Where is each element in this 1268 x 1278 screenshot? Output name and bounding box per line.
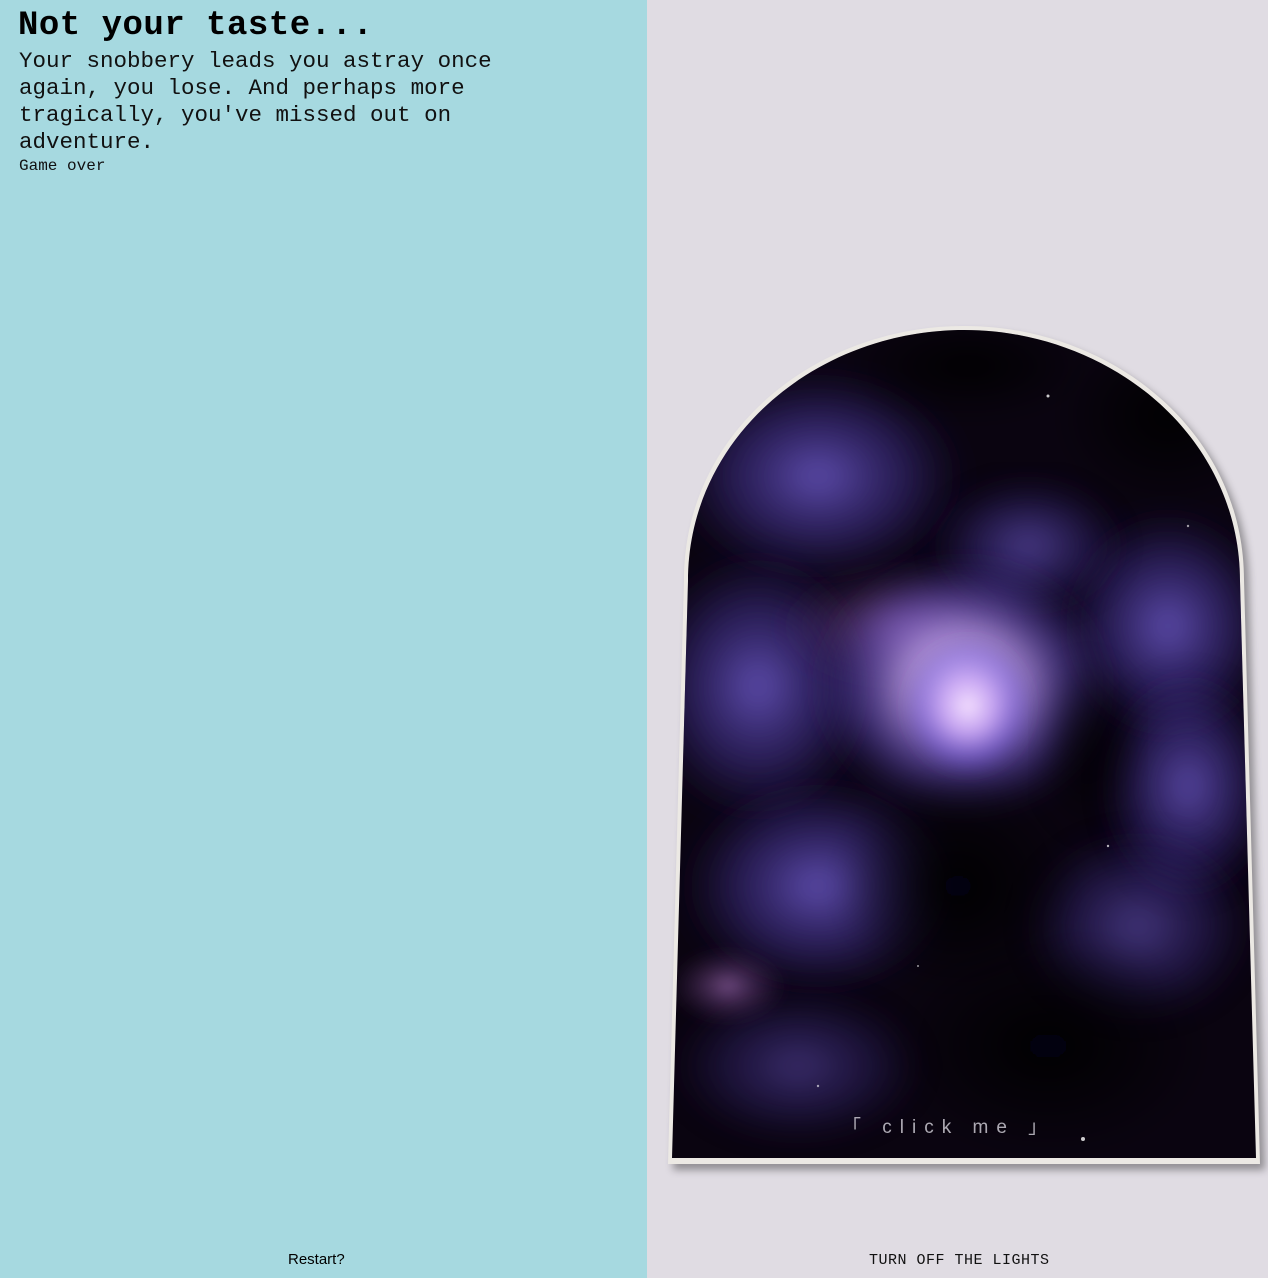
restart-button[interactable]: Restart? bbox=[288, 1251, 345, 1268]
nebula-portal-image bbox=[668, 326, 1260, 1164]
nebula-portal[interactable] bbox=[668, 326, 1260, 1164]
story-panel: Not your taste... Your snobbery leads yo… bbox=[0, 0, 647, 1278]
click-me-prompt[interactable]: 「 click me 」 bbox=[842, 1112, 1055, 1139]
turn-off-lights-button[interactable]: TURN OFF THE LIGHTS bbox=[869, 1252, 1050, 1269]
scene-story-text: Your snobbery leads you astray once agai… bbox=[19, 48, 492, 155]
game-status: Game over bbox=[19, 157, 106, 175]
scene-title: Not your taste... bbox=[18, 7, 374, 45]
